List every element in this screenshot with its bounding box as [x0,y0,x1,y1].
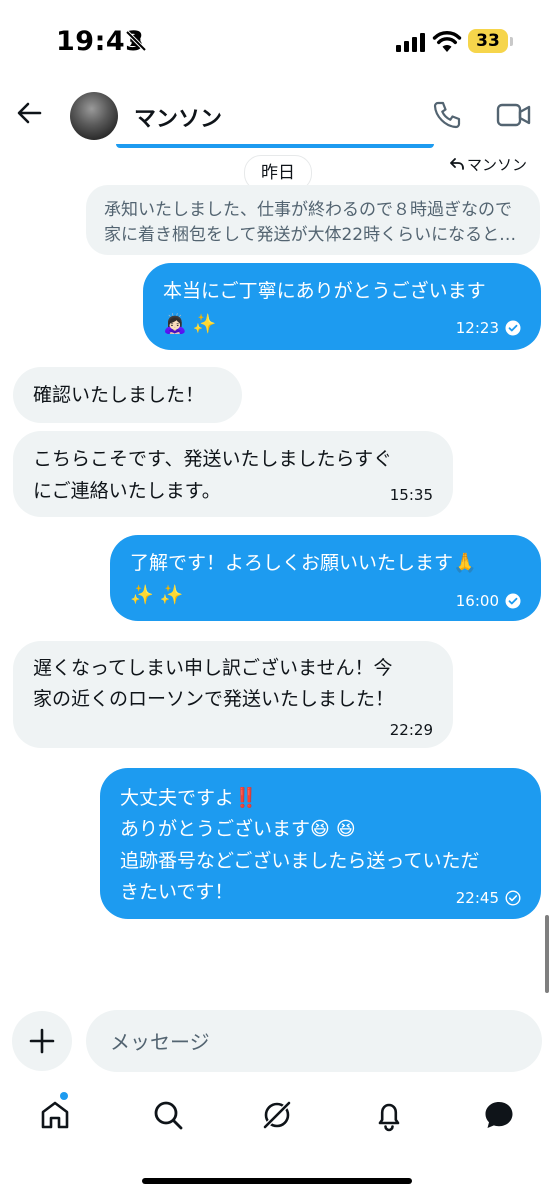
message-bubble-incoming[interactable]: 遅くなってしまい申し訳ございません！今 家の近くのローソンで発送いたしました！ … [13,641,453,748]
message-composer[interactable] [86,1010,542,1072]
message-text: 確認いたしました！ [33,384,205,406]
message-bubble-outgoing[interactable]: 大丈夫ですよ‼️ ありがとうございます😆 😆 追跡番号などございましたら送ってい… [100,768,541,919]
video-icon[interactable] [496,100,532,130]
quoted-line: 承知いたしました、仕事が終わるので８時過ぎなので [104,200,512,220]
message-meta: 12:23 [456,318,521,338]
messages-icon[interactable] [482,1098,516,1132]
scrollbar-thumb[interactable] [545,915,549,993]
bell-icon[interactable] [372,1098,406,1132]
signal-icon [396,33,425,52]
sent-check-outline-icon [505,890,521,906]
quoted-message[interactable]: 承知いたしました、仕事が終わるので８時過ぎなので 家に着き梱包をして発送が大体2… [86,185,540,255]
quoted-line: 家に着き梱包をして発送が大体22時くらいになると… [104,225,517,245]
add-attachment-button[interactable] [12,1011,72,1071]
message-text: 🙇🏻‍♀️ ✨ [163,313,217,335]
back-arrow-icon[interactable] [14,98,44,128]
message-text: 本当にご丁寧にありがとうございます [163,280,486,302]
message-bubble-outgoing[interactable]: 了解です！よろしくお願いいたします🙏 ✨ ✨ 16:00 [110,535,541,621]
sent-check-icon [505,320,521,336]
phone-icon[interactable] [430,98,464,132]
avatar[interactable] [70,92,118,140]
message-text: こちらこそです、発送いたしましたらすぐ [33,448,393,470]
battery-indicator: 33 [468,29,508,53]
bottom-nav [0,1080,554,1150]
message-bubble-incoming[interactable]: こちらこそです、発送いたしましたらすぐ にご連絡いたします。 15:35 [13,431,453,517]
message-text: ✨ ✨ [130,584,184,606]
conversation-header: マンソン [0,80,554,150]
message-text: 了解です！よろしくお願いいたします🙏 [130,552,477,574]
previous-message-edge [116,144,434,148]
message-meta: 16:00 [456,591,521,611]
home-icon[interactable] [38,1098,72,1132]
bell-off-icon [125,30,147,52]
battery-level: 33 [476,31,500,51]
reply-context: マンソン [450,154,527,175]
reply-arrow-icon [450,158,464,170]
grok-icon[interactable] [260,1098,294,1132]
home-indicator [142,1178,412,1184]
message-text: きたいです！ [120,881,234,903]
plus-icon [29,1028,55,1054]
message-meta: 22:45 [456,888,521,908]
message-text: 大丈夫ですよ‼️ [120,787,258,809]
status-bar: 19:43 33 [0,0,554,80]
message-input[interactable] [108,1024,512,1060]
message-bubble-incoming[interactable]: 確認いたしました！ [13,367,242,423]
contact-name[interactable]: マンソン [134,101,222,133]
message-text: 遅くなってしまい申し訳ございません！今 [33,657,393,679]
message-bubble-outgoing[interactable]: 本当にご丁寧にありがとうございます 🙇🏻‍♀️ ✨ 12:23 [143,263,541,350]
battery-tip [510,37,513,46]
message-time: 15:35 [389,486,433,504]
message-time: 12:23 [455,319,499,337]
message-text: ありがとうございます😆 😆 [120,818,356,840]
message-text: にご連絡いたします。 [33,480,221,502]
message-text: 追跡番号などございましたら送っていただ [120,850,480,872]
reply-to-name: マンソン [467,156,528,174]
message-time: 22:29 [389,721,433,739]
message-time: 16:00 [455,592,499,610]
wifi-icon [432,31,462,52]
notification-dot [60,1092,68,1100]
message-text: 家の近くのローソンで発送いたしました！ [33,688,395,710]
message-time: 22:45 [455,889,499,907]
sent-check-icon [505,593,521,609]
search-icon[interactable] [151,1098,185,1132]
